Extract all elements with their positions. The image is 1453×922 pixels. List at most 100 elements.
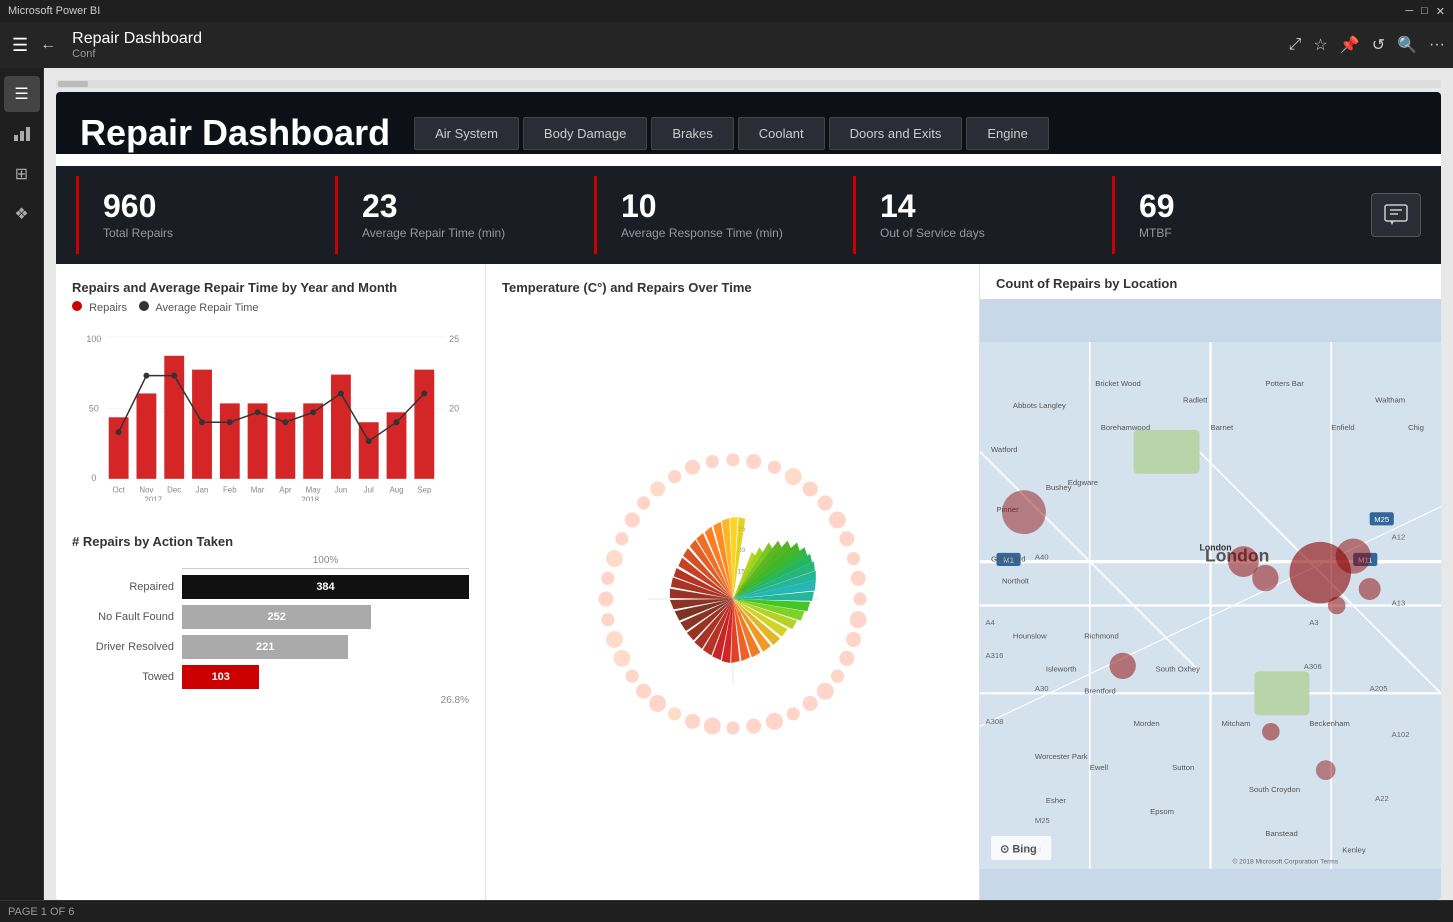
svg-text:Nov: Nov xyxy=(139,486,153,495)
sidebar-item-components[interactable]: ❖ xyxy=(4,196,40,232)
nav-subtitle: Conf xyxy=(72,48,202,60)
svg-text:A30: A30 xyxy=(1035,684,1049,693)
bottom-bar: PAGE 1 OF 6 xyxy=(0,900,1453,922)
svg-text:Richmond: Richmond xyxy=(1084,631,1119,640)
svg-text:South Croydon: South Croydon xyxy=(1249,785,1300,794)
pin-icon[interactable]: 📌 xyxy=(1340,35,1360,55)
svg-text:Epsom: Epsom xyxy=(1150,807,1174,816)
favorite-icon[interactable]: ☆ xyxy=(1313,35,1327,55)
svg-text:Greenford: Greenford xyxy=(991,555,1026,564)
svg-text:Edgware: Edgware xyxy=(1068,478,1098,487)
svg-text:A3: A3 xyxy=(1309,618,1318,627)
action-label-repaired: Repaired xyxy=(72,581,182,593)
sidebar-item-grid[interactable]: ⊞ xyxy=(4,156,40,192)
svg-text:Sep: Sep xyxy=(417,486,432,495)
svg-text:2017: 2017 xyxy=(145,496,163,501)
legend-avg-repair: Average Repair Time xyxy=(139,301,259,314)
svg-text:20: 20 xyxy=(449,403,459,413)
dash-header-top: Repair Dashboard Air System Body Damage … xyxy=(80,112,1417,154)
map-svg: A40 A30 A316 A308 A3 A306 A205 A12 A13 A… xyxy=(980,299,1441,900)
minimize-btn[interactable]: ─ xyxy=(1405,5,1413,17)
svg-text:2018: 2018 xyxy=(301,496,319,501)
svg-text:South Oxhey: South Oxhey xyxy=(1156,664,1201,673)
svg-text:M25: M25 xyxy=(1035,816,1050,825)
kpi-avg-response-label: Average Response Time (min) xyxy=(621,226,809,240)
svg-text:© 2018 Microsoft Corporation: © 2018 Microsoft Corporation Terms xyxy=(1232,857,1338,865)
scrollbar-horizontal-top[interactable] xyxy=(56,80,1441,88)
svg-text:A12: A12 xyxy=(1392,533,1406,542)
right-chart-section: Count of Repairs by Location xyxy=(980,264,1441,900)
svg-text:A308: A308 xyxy=(985,717,1003,726)
svg-text:Barnet: Barnet xyxy=(1211,423,1234,432)
svg-text:Jan: Jan xyxy=(196,486,209,495)
charts-section: Repairs and Average Repair Time by Year … xyxy=(56,264,1441,900)
svg-text:May: May xyxy=(306,486,321,495)
hamburger-icon[interactable]: ☰ xyxy=(8,31,32,60)
svg-text:Waltham: Waltham xyxy=(1375,395,1405,404)
search-icon[interactable]: 🔍 xyxy=(1397,35,1417,55)
kpi-chat xyxy=(1351,166,1441,264)
kpi-mtbf: 69 MTBF xyxy=(1112,176,1351,254)
legend-avg-dot xyxy=(139,301,149,311)
svg-text:Hounslow: Hounslow xyxy=(1013,631,1047,640)
action-chart-title: # Repairs by Action Taken xyxy=(72,534,469,549)
kpi-avg-repair-value: 23 xyxy=(362,190,550,222)
action-bar-towed-fill: 103 xyxy=(182,665,259,689)
action-bar-no-fault: 252 xyxy=(182,605,469,629)
tab-air-system[interactable]: Air System xyxy=(414,117,519,150)
back-icon[interactable]: ← xyxy=(40,36,56,54)
svg-text:A22: A22 xyxy=(1375,794,1389,803)
svg-text:Worcester Park: Worcester Park xyxy=(1035,752,1088,761)
action-bar-towed: 103 xyxy=(182,665,469,689)
close-btn[interactable]: ✕ xyxy=(1436,5,1445,18)
action-label-towed: Towed xyxy=(72,671,182,683)
main-content: Repair Dashboard Air System Body Damage … xyxy=(44,68,1453,900)
expand-icon[interactable]: ⤢ xyxy=(1289,36,1302,54)
action-row-driver: Driver Resolved 221 xyxy=(72,635,469,659)
kpi-out-of-service: 14 Out of Service days xyxy=(853,176,1092,254)
tab-coolant[interactable]: Coolant xyxy=(738,117,825,150)
maximize-btn[interactable]: □ xyxy=(1421,5,1428,17)
tab-body-damage[interactable]: Body Damage xyxy=(523,117,647,150)
nav-title-group: Repair Dashboard Conf xyxy=(72,30,202,60)
tab-engine[interactable]: Engine xyxy=(966,117,1048,150)
sidebar-item-menu[interactable]: ☰ xyxy=(4,76,40,112)
svg-text:Bushey: Bushey xyxy=(1046,483,1072,492)
radial-chart-title: Temperature (C°) and Repairs Over Time xyxy=(502,280,963,295)
sidebar-item-charts[interactable] xyxy=(4,116,40,152)
dash-tabs: Air System Body Damage Brakes Coolant Do… xyxy=(414,117,1417,150)
svg-text:⊙ Bing: ⊙ Bing xyxy=(1000,843,1037,855)
action-bar-driver: 221 xyxy=(182,635,469,659)
action-bar-no-fault-fill: 252 xyxy=(182,605,371,629)
svg-text:Morden: Morden xyxy=(1134,719,1160,728)
chat-bubble-icon[interactable] xyxy=(1371,193,1421,237)
tab-doors-exits[interactable]: Doors and Exits xyxy=(829,117,963,150)
svg-text:A306: A306 xyxy=(1304,662,1322,671)
kpi-avg-repair-label: Average Repair Time (min) xyxy=(362,226,550,240)
page-indicator: PAGE 1 OF 6 xyxy=(8,906,74,918)
left-charts: Repairs and Average Repair Time by Year … xyxy=(56,264,486,900)
svg-text:Potters Bar: Potters Bar xyxy=(1265,379,1304,388)
dash-header: Repair Dashboard Air System Body Damage … xyxy=(56,92,1441,154)
action-bar-driver-fill: 221 xyxy=(182,635,348,659)
action-label-driver: Driver Resolved xyxy=(72,641,182,653)
action-label-no-fault: No Fault Found xyxy=(72,611,182,623)
more-icon[interactable]: ··· xyxy=(1429,36,1445,54)
action-pct-268: 26.8% xyxy=(182,695,469,706)
action-bar-repaired-fill: 384 xyxy=(182,575,469,599)
svg-text:A316: A316 xyxy=(985,651,1003,660)
nav-title: Repair Dashboard xyxy=(72,30,202,48)
kpi-avg-response-value: 10 xyxy=(621,190,809,222)
kpi-total-repairs-value: 960 xyxy=(103,190,291,222)
map-chart-title: Count of Repairs by Location xyxy=(980,264,1441,299)
tab-brakes[interactable]: Brakes xyxy=(651,117,733,150)
action-row-repaired: Repaired 384 xyxy=(72,575,469,599)
refresh-icon[interactable]: ↺ xyxy=(1372,35,1385,55)
dashboard-title: Repair Dashboard xyxy=(80,112,390,154)
svg-text:Brentford: Brentford xyxy=(1084,686,1116,695)
svg-text:Abbots Langley: Abbots Langley xyxy=(1013,401,1066,410)
kpi-total-repairs-label: Total Repairs xyxy=(103,226,291,240)
dashboard-card: Repair Dashboard Air System Body Damage … xyxy=(56,92,1441,900)
action-row-no-fault: No Fault Found 252 xyxy=(72,605,469,629)
kpi-out-of-service-value: 14 xyxy=(880,190,1068,222)
